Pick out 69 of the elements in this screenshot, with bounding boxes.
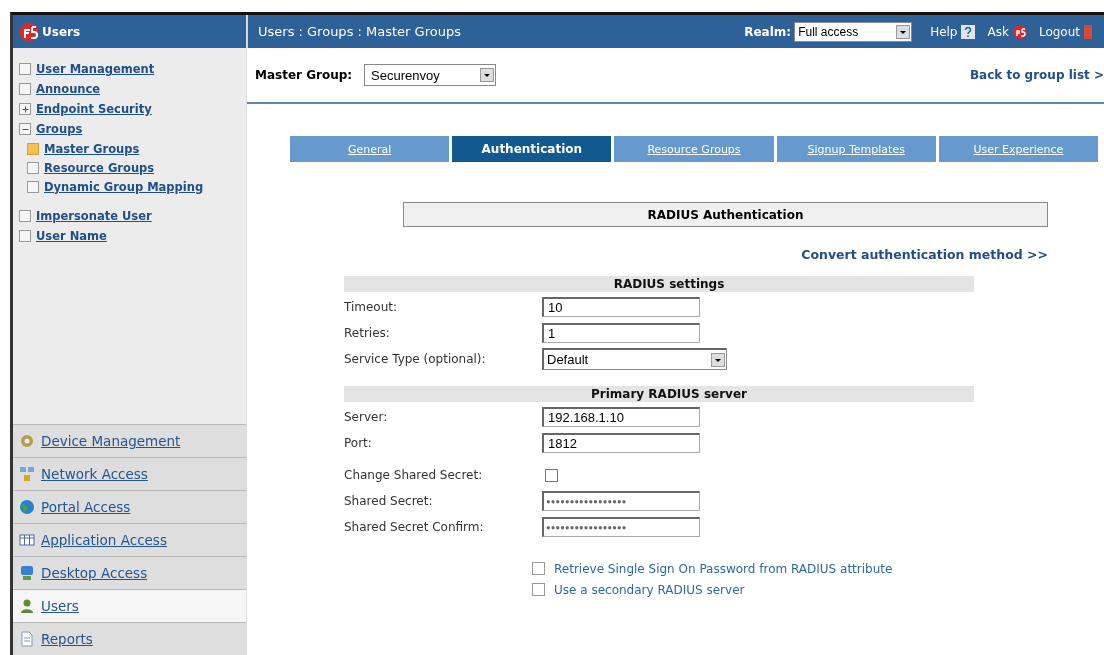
tree-toggle-icon[interactable] [19,63,31,75]
section-header: Primary RADIUS server [344,386,974,402]
help-icon[interactable] [961,24,976,39]
tree-item-icon[interactable] [27,161,39,174]
field-label: Retries: [344,326,391,340]
nav-item[interactable]: Network Access [13,457,246,490]
ask-link[interactable]: Ask [987,24,1009,39]
tree-item[interactable]: Endpoint Security [36,102,152,116]
nav-item[interactable]: Reports [13,622,246,655]
section-header: RADIUS settings [344,276,974,292]
logo-icon[interactable] [1012,24,1027,39]
realm-label: Realm: [744,24,792,39]
input-field[interactable]: 1 [542,323,700,343]
network-icon [19,466,35,482]
panel-title: RADIUS Authentication [403,202,1048,227]
sidebar-title: Users [42,24,81,39]
grid-icon [19,532,35,548]
master-group-label: Master Group: [255,68,353,82]
help-link[interactable]: Help [930,24,958,39]
gear-icon [19,433,35,449]
field-label: Timeout: [344,300,399,314]
nav-item[interactable]: Device Management [13,424,246,457]
tree-toggle-icon[interactable] [19,230,31,242]
field-label: Server: [344,410,389,424]
tree-item[interactable]: User Name [36,229,107,243]
field-label: Change Shared Secret: [344,468,484,482]
nav-item[interactable]: Application Access [13,523,246,556]
tree-toggle-icon[interactable] [19,103,31,115]
tree-item[interactable]: Resource Groups [44,160,155,175]
tab[interactable]: Authentication [452,136,612,162]
tree-item[interactable]: Dynamic Group Mapping [44,179,204,194]
user-icon [19,598,35,614]
tree-item-icon[interactable] [27,180,39,193]
back-link[interactable]: Back to group list > [969,68,1104,82]
checkbox[interactable] [545,468,558,482]
tree-item[interactable]: Groups [36,122,83,136]
tree-item[interactable]: User Management [36,62,155,76]
tree-toggle-icon[interactable] [19,123,31,135]
field-label: Service Type (optional): [344,352,487,366]
document-icon [19,631,35,647]
input-field[interactable]: 1812 [542,433,700,453]
input-field[interactable]: 192.168.1.10 [542,407,700,427]
monitor-icon [19,565,35,581]
dropdown[interactable]: Default [542,348,727,370]
field-label: Port: [344,436,373,450]
tree-item-icon[interactable] [27,142,39,155]
tree-item[interactable]: Master Groups [44,141,140,156]
tree-toggle-icon[interactable] [19,83,31,95]
globe-icon [19,499,35,515]
nav-item[interactable]: Portal Access [13,490,246,523]
logout-icon[interactable] [1084,24,1092,39]
logout-link[interactable]: Logout [1038,24,1080,39]
field-label: Shared Secret: [344,494,434,508]
nav-item[interactable]: Desktop Access [13,556,246,589]
realm-dropdown[interactable]: Full access [794,21,913,42]
tree-item[interactable]: Announce [36,82,101,96]
master-group-dropdown[interactable]: Securenvoy [364,64,497,86]
breadcrumb: Users : Groups : Master Groups [258,24,462,39]
checkbox-label[interactable]: Use a secondary RADIUS server [554,582,745,597]
tree-toggle-icon[interactable] [19,210,31,222]
field-label: Shared Secret Confirm: [344,520,485,534]
nav-item[interactable]: Users [13,589,246,622]
logo-icon [19,21,39,42]
checkbox[interactable] [532,583,545,596]
input-field[interactable]: 10 [542,297,700,317]
convert-link[interactable]: Convert authentication method >> [801,247,1048,262]
checkbox[interactable] [532,562,545,575]
checkbox-label[interactable]: Retrieve Single Sign On Password from RADIUS attribute [554,561,893,576]
tree-item[interactable]: Impersonate User [36,209,152,223]
